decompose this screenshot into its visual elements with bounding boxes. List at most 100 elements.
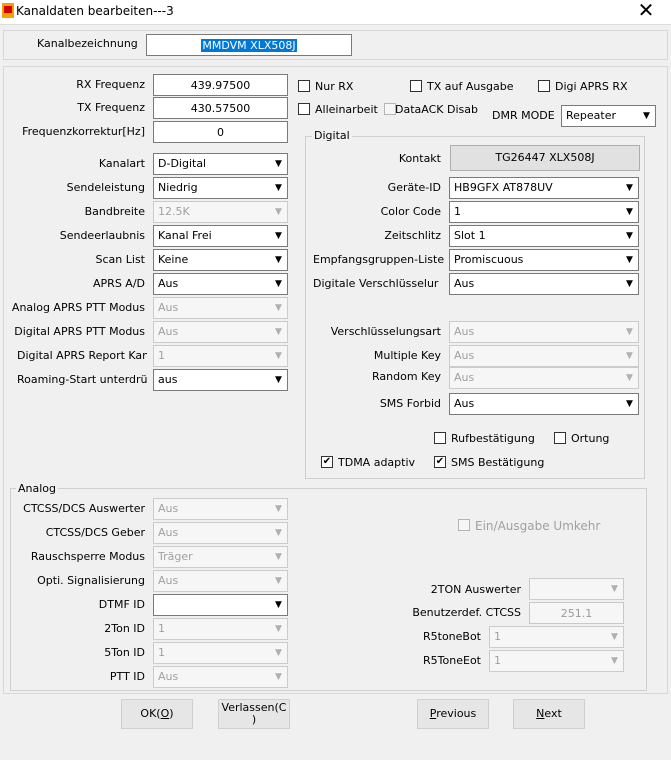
r5-bot-select[interactable]: 1 ▼ [489, 626, 624, 648]
sms-bestaetigung-checkbox[interactable]: ✔ [434, 456, 446, 468]
scan-list-label: Scan List [95, 253, 145, 266]
scan-list-select[interactable]: Keine ▼ [153, 249, 288, 271]
sms-bestaetigung-label: SMS Bestätigung [451, 456, 545, 469]
tx-auf-ausgabe-checkbox[interactable] [410, 80, 422, 92]
dmr-mode-value: Repeater [566, 109, 617, 122]
sms-forbid-select[interactable]: Aus ▼ [449, 393, 639, 415]
empfangsgruppen-value: Promiscuous [454, 253, 524, 266]
benutzer-ctcss-input[interactable]: 251.1 [529, 602, 624, 624]
verschluesselung-select[interactable]: Aus ▼ [449, 273, 639, 295]
multiple-key-label: Multiple Key [373, 349, 441, 362]
digital-aprs-report-select[interactable]: 1 ▼ [153, 345, 288, 367]
ctcss-auswerter-select[interactable]: Aus ▼ [153, 498, 288, 520]
opti-signal-select[interactable]: Aus ▼ [153, 570, 288, 592]
opti-signal-value: Aus [158, 574, 179, 587]
twoton-id-select[interactable]: 1 ▼ [153, 618, 288, 640]
analog-group-title: Analog [16, 482, 59, 495]
bandbreite-select[interactable]: 12.5K ▼ [153, 201, 288, 223]
r5-bot-value: 1 [494, 630, 501, 643]
random-key-label: Random Key [372, 370, 441, 383]
tdma-checkbox[interactable]: ✔ [321, 456, 333, 468]
zeitschlitz-label: Zeitschlitz [384, 229, 441, 242]
roaming-select[interactable]: aus ▼ [153, 369, 288, 391]
chevron-down-icon: ▼ [626, 373, 633, 383]
alleinarbeit-checkbox[interactable] [298, 103, 310, 115]
chevron-down-icon: ▼ [275, 279, 282, 289]
multiple-key-value: Aus [454, 349, 475, 362]
random-key-select[interactable]: Aus ▼ [449, 367, 639, 389]
fiveton-id-select[interactable]: 1 ▼ [153, 642, 288, 664]
roaming-label: Roaming-Start unterdrü [17, 373, 148, 386]
fiveton-id-value: 1 [158, 646, 165, 659]
verlassen-button-label: Verlassen(C) [221, 701, 287, 726]
digi-aprs-rx-label: Digi APRS RX [555, 80, 628, 93]
kanalart-select[interactable]: D-Digital ▼ [153, 153, 288, 175]
rufbestaetigung-checkbox[interactable] [434, 432, 446, 444]
sendeleistung-value: Niedrig [158, 181, 198, 194]
digital-aprs-ptt-select[interactable]: Aus ▼ [153, 321, 288, 343]
twoton-id-value: 1 [158, 622, 165, 635]
chevron-down-icon: ▼ [275, 303, 282, 313]
geraete-id-select[interactable]: HB9GFX AT878UV ▼ [449, 177, 639, 199]
chevron-down-icon: ▼ [275, 375, 282, 385]
rauschsperre-value: Träger [158, 550, 193, 563]
tx-freq-input[interactable]: 430.57500 [153, 97, 288, 119]
nur-rx-checkbox[interactable] [298, 80, 310, 92]
verschluesselungsart-select[interactable]: Aus ▼ [449, 321, 639, 343]
chevron-down-icon: ▼ [611, 632, 618, 642]
chevron-down-icon: ▼ [275, 351, 282, 361]
chevron-down-icon: ▼ [626, 207, 633, 217]
aprs-ad-select[interactable]: Aus ▼ [153, 273, 288, 295]
chevron-down-icon: ▼ [626, 351, 633, 361]
freq-corr-input[interactable]: 0 [153, 121, 288, 143]
rx-freq-input[interactable]: 439.97500 [153, 74, 288, 96]
title-bar: Kanaldaten bearbeiten---3 ✕ [0, 0, 671, 25]
r5-eot-label: R5ToneEot [423, 654, 481, 667]
previous-button-label: Previous [429, 707, 477, 720]
kanalart-value: D-Digital [158, 157, 207, 170]
digital-aprs-ptt-label: Digital APRS PTT Modus [14, 325, 145, 338]
umkehr-checkbox[interactable] [458, 519, 470, 531]
r5-eot-select[interactable]: 1 ▼ [489, 650, 624, 672]
rauschsperre-select[interactable]: Träger ▼ [153, 546, 288, 568]
analog-aprs-ptt-value: Aus [158, 301, 179, 314]
ptt-id-select[interactable]: Aus ▼ [153, 666, 288, 688]
color-code-select[interactable]: 1 ▼ [449, 201, 639, 223]
kontakt-label: Kontakt [398, 152, 441, 165]
r5-eot-value: 1 [494, 654, 501, 667]
kontakt-button[interactable]: TG26447 XLX508J [450, 145, 640, 171]
chevron-down-icon: ▼ [611, 584, 618, 594]
sendeerlaubnis-value: Kanal Frei [158, 229, 212, 242]
sendeleistung-select[interactable]: Niedrig ▼ [153, 177, 288, 199]
close-icon[interactable]: ✕ [633, 0, 659, 22]
verlassen-button[interactable]: Verlassen(C) [218, 699, 290, 729]
twoton-auswerter-select[interactable]: ▼ [529, 578, 624, 600]
chevron-down-icon: ▼ [626, 399, 633, 409]
twoton-auswerter-label: 2TON Auswerter [430, 583, 521, 596]
color-code-value: 1 [454, 205, 461, 218]
dtmf-id-select[interactable]: ▼ [153, 594, 288, 616]
analog-aprs-ptt-select[interactable]: Aus ▼ [153, 297, 288, 319]
app-icon [2, 3, 14, 18]
digi-aprs-rx-checkbox[interactable] [538, 80, 550, 92]
chevron-down-icon: ▼ [275, 255, 282, 265]
freq-corr-label: Frequenzkorrektur[Hz] [22, 125, 145, 138]
ortung-checkbox[interactable] [554, 432, 566, 444]
chevron-down-icon: ▼ [626, 255, 633, 265]
channel-name-input[interactable]: MMDVM XLX508J [146, 34, 352, 56]
multiple-key-select[interactable]: Aus ▼ [449, 345, 639, 367]
next-button-label: Next [536, 707, 562, 720]
dmr-mode-select[interactable]: Repeater ▼ [561, 105, 656, 127]
chevron-down-icon: ▼ [275, 231, 282, 241]
chevron-down-icon: ▼ [275, 576, 282, 586]
previous-button[interactable]: Previous [417, 699, 489, 729]
empfangsgruppen-select[interactable]: Promiscuous ▼ [449, 249, 639, 271]
next-button[interactable]: Next [513, 699, 585, 729]
sendeerlaubnis-select[interactable]: Kanal Frei ▼ [153, 225, 288, 247]
ortung-label: Ortung [571, 432, 610, 445]
ok-button[interactable]: OK(O) [121, 699, 193, 729]
chevron-down-icon: ▼ [275, 183, 282, 193]
zeitschlitz-select[interactable]: Slot 1 ▼ [449, 225, 639, 247]
ctcss-geber-select[interactable]: Aus ▼ [153, 522, 288, 544]
chevron-down-icon: ▼ [275, 159, 282, 169]
